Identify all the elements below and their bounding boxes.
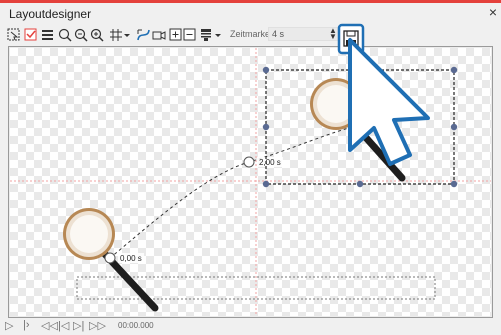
timecode-display: 00:00.000 — [118, 321, 154, 330]
jump-end-icon[interactable]: ▷▷ — [89, 319, 106, 332]
next-frame-icon[interactable]: ▷| — [73, 319, 84, 332]
play-from-marker-icon[interactable]: |› — [23, 319, 30, 331]
start-keyframe-label: 0,00 s — [120, 254, 142, 263]
jump-start-icon[interactable]: ◁◁ — [41, 319, 58, 332]
motion-path[interactable] — [109, 124, 361, 259]
play-icon[interactable]: ▷ — [5, 319, 13, 332]
mid-keyframe-label: 2,00 s — [259, 158, 281, 167]
previous-frame-icon[interactable]: |◁ — [58, 319, 69, 332]
player-bar: ▷ |› ◁◁ |◁ ▷| ▷▷ 00:00.000 — [0, 318, 501, 335]
pointer-cursor-icon — [348, 38, 430, 166]
